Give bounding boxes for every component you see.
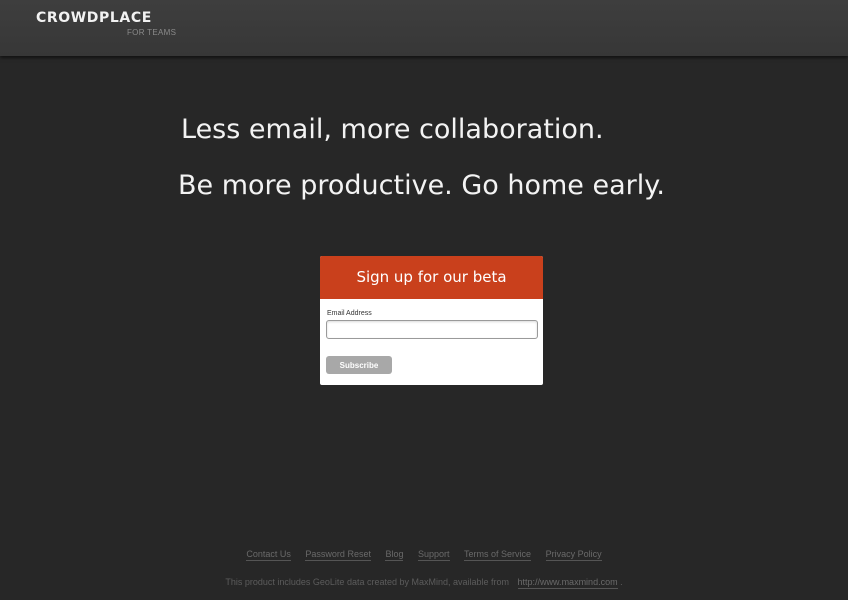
email-label: Email Address	[327, 310, 372, 317]
hero-headline-2: Be more productive. Go home early.	[178, 170, 665, 201]
signup-title: Sign up for our beta	[320, 256, 543, 299]
footer-note: This product includes GeoLite data creat…	[0, 577, 848, 589]
footer-links: Contact Us Password Reset Blog Support T…	[0, 549, 848, 561]
signup-card: Sign up for our beta Email Address Subsc…	[320, 256, 543, 385]
top-header: CROWDPLACE FOR TEAMS	[0, 0, 848, 56]
email-field[interactable]	[326, 320, 538, 339]
subscribe-button[interactable]: Subscribe	[326, 356, 392, 374]
geolite-note-text: This product includes GeoLite data creat…	[225, 577, 510, 587]
footer-link-terms[interactable]: Terms of Service	[464, 549, 532, 561]
footer-link-blog[interactable]: Blog	[385, 549, 404, 561]
crowdplace-logo[interactable]: CROWDPLACE	[36, 10, 152, 26]
footer-link-privacy[interactable]: Privacy Policy	[545, 549, 602, 561]
logo-subtitle: FOR TEAMS	[127, 28, 177, 37]
hero-headline-1: Less email, more collaboration.	[181, 114, 604, 145]
footer-link-contact-us[interactable]: Contact Us	[246, 549, 291, 561]
landing-page: CROWDPLACE FOR TEAMS Less email, more co…	[0, 0, 848, 600]
maxmind-link[interactable]: http://www.maxmind.com	[517, 577, 618, 589]
footer-link-password-reset[interactable]: Password Reset	[305, 549, 371, 561]
footer-link-support[interactable]: Support	[418, 549, 450, 561]
note-period: .	[620, 577, 623, 587]
